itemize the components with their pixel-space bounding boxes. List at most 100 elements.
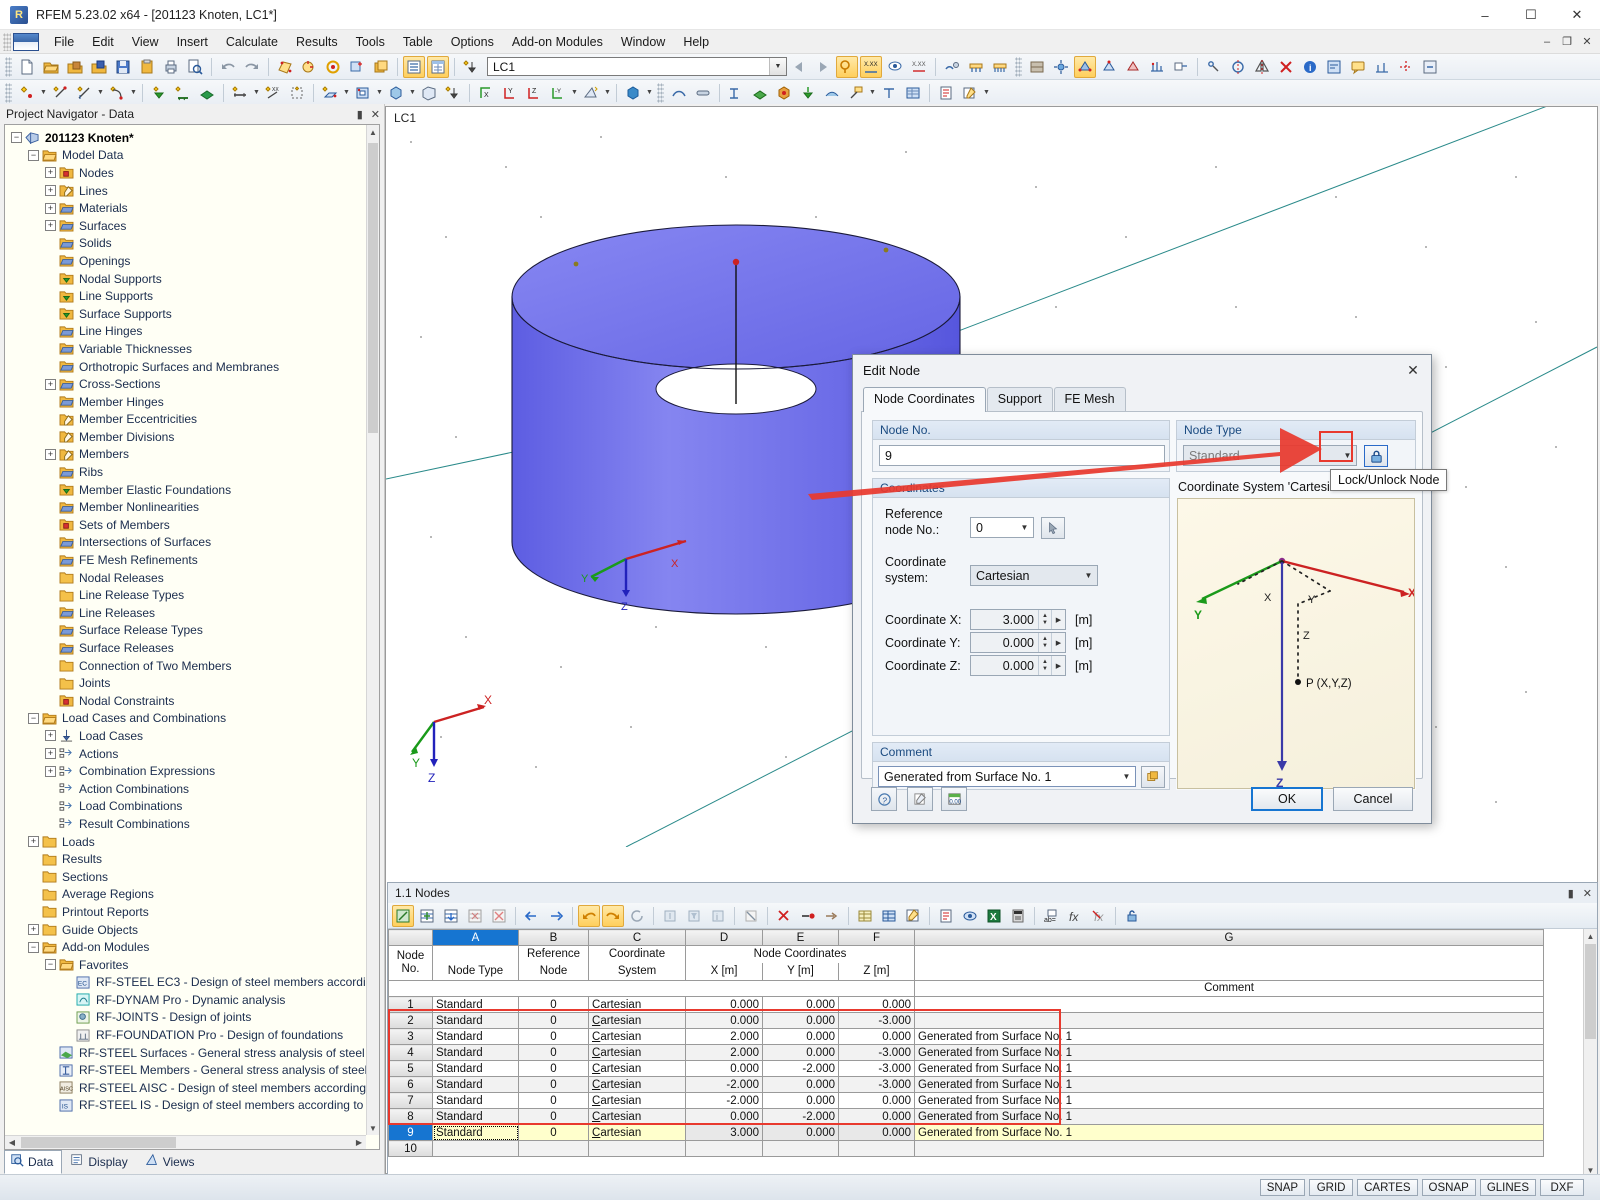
numbering-icon[interactable] <box>1170 56 1192 78</box>
tree-item[interactable]: Member Divisions <box>9 428 366 446</box>
scroll-left-icon[interactable]: ◀ <box>5 1136 19 1150</box>
tree-item[interactable]: Openings <box>9 252 366 270</box>
cell-reference-node[interactable]: 0 <box>518 1124 589 1141</box>
cell-comment[interactable] <box>914 1140 1544 1157</box>
row-header-cell[interactable]: 2 <box>388 1012 433 1029</box>
tree-item[interactable]: Surface Release Types <box>9 622 366 640</box>
cell-coordinate-system[interactable]: Cartesian <box>588 996 686 1013</box>
dialog-close-button[interactable]: ✕ <box>1399 358 1427 382</box>
shading-icon[interactable] <box>1026 56 1048 78</box>
tree-item[interactable]: Printout Reports <box>9 903 366 921</box>
maximize-button[interactable]: ☐ <box>1508 0 1554 30</box>
tree-item[interactable]: Member Eccentricities <box>9 411 366 429</box>
cell-coord-y[interactable]: -2.000 <box>762 1108 839 1125</box>
row-header-cell[interactable]: 10 <box>388 1140 433 1157</box>
table-notes-icon[interactable] <box>902 905 924 927</box>
navigator-horizontal-scrollbar[interactable]: ◀ ▶ <box>5 1135 366 1149</box>
cell-comment[interactable]: Generated from Surface No. 1 <box>914 1060 1544 1077</box>
show-loads-icon[interactable] <box>836 55 858 78</box>
toolbar-grip-2[interactable] <box>1015 56 1022 77</box>
cell-coord-y[interactable]: 0.000 <box>762 1092 839 1109</box>
tree-item[interactable]: Orthotropic Surfaces and Membranes <box>9 358 366 376</box>
cell-coord-z[interactable] <box>838 1140 915 1157</box>
printout-report-icon[interactable] <box>935 82 957 104</box>
tree-item[interactable]: Connection of Two Members <box>9 657 366 675</box>
scroll-thumb-h[interactable] <box>21 1137 176 1148</box>
tree-item[interactable]: Solids <box>9 235 366 253</box>
tree-item[interactable]: Member Nonlinearities <box>9 498 366 516</box>
cell-coord-y[interactable]: 0.000 <box>762 996 839 1013</box>
table-row[interactable]: 2 Standard 0 Cartesian 0.000 0.000 -3.000 <box>388 1012 1544 1029</box>
toggle-snap[interactable]: SNAP <box>1259 1179 1306 1196</box>
tree-item[interactable]: Nodal Constraints <box>9 692 366 710</box>
table-grid-yellow-icon[interactable] <box>854 905 876 927</box>
undo-icon[interactable] <box>217 56 239 78</box>
view-iso-icon[interactable] <box>580 82 602 104</box>
function-icon[interactable]: fx <box>1064 905 1086 927</box>
result-surface-icon[interactable] <box>821 82 843 104</box>
table-row[interactable]: 5 Standard 0 Cartesian 0.000 -2.000 -3.000 Gene… <box>388 1060 1544 1077</box>
open-model-icon[interactable] <box>88 56 110 78</box>
tree-item[interactable]: AISC RF-STEEL AISC - Design of steel memb… <box>9 1079 366 1097</box>
cell-coord-y[interactable]: 0.000 <box>762 1124 839 1141</box>
chevron-down-icon[interactable]: ▼ <box>769 58 786 75</box>
tree-item[interactable]: Member Hinges <box>9 393 366 411</box>
navigator-tree[interactable]: −201123 Knoten* − Model Data + Nodes + Lines + M… <box>5 125 366 1135</box>
load-case-combo[interactable]: LC1 ▼ <box>487 57 787 76</box>
row-header-cell[interactable]: 3 <box>388 1028 433 1045</box>
navigator-vertical-scrollbar[interactable]: ▲ ▼ <box>366 125 379 1135</box>
tree-item[interactable]: Nodal Supports <box>9 270 366 288</box>
tree-item[interactable]: Nodal Releases <box>9 569 366 587</box>
new-node-icon[interactable] <box>16 82 38 104</box>
tree-item[interactable]: Joints <box>9 674 366 692</box>
menu-tools[interactable]: Tools <box>347 32 394 52</box>
tree-item[interactable]: IS RF-STEEL IS - Design of steel members … <box>9 1097 366 1115</box>
column-header-f[interactable]: F <box>838 929 915 946</box>
expand-icon[interactable]: + <box>28 924 39 936</box>
chevron-down-icon[interactable]: ▼ <box>252 82 261 104</box>
cell-coord-y[interactable] <box>762 1140 839 1157</box>
member-division-icon[interactable] <box>286 82 308 104</box>
print-icon[interactable] <box>160 56 182 78</box>
spinner-updown-icon[interactable]: ▲ ▼ <box>1038 610 1051 629</box>
tree-item[interactable]: EC RF-STEEL EC3 - Design of steel members… <box>9 974 366 992</box>
view-x-icon[interactable]: X <box>475 82 497 104</box>
section-cut-icon[interactable] <box>878 82 900 104</box>
cell-node-type[interactable]: Standard <box>432 996 519 1013</box>
new-surface-icon[interactable] <box>319 82 341 104</box>
tree-item[interactable]: + Loads <box>9 833 366 851</box>
cell-comment[interactable]: Generated from Surface No. 1 <box>914 1108 1544 1125</box>
dimensions-icon[interactable] <box>1203 56 1225 78</box>
collapse-icon[interactable]: − <box>45 959 56 971</box>
node-type-combo[interactable]: Standard ▼ <box>1183 445 1357 466</box>
coordinate-x-input[interactable]: 3.000 ▲ ▼ ▶ <box>970 609 1066 630</box>
cell-coord-z[interactable]: 0.000 <box>838 1092 915 1109</box>
edit-node-dialog[interactable]: Edit Node ✕ Node Coordinates Support FE … <box>852 354 1432 824</box>
table-filter-icon[interactable] <box>683 905 705 927</box>
tab-fe-mesh[interactable]: FE Mesh <box>1053 387 1126 411</box>
scroll-thumb[interactable] <box>1585 944 1596 1039</box>
expand-icon[interactable]: + <box>45 448 56 460</box>
table-sort-icon[interactable] <box>659 905 681 927</box>
scroll-up-icon[interactable]: ▲ <box>367 125 379 139</box>
add-row-icon[interactable] <box>440 905 462 927</box>
delete-icon[interactable] <box>1275 56 1297 78</box>
toolbar-grip-1[interactable] <box>5 56 12 77</box>
cell-coordinate-system[interactable] <box>588 1140 686 1157</box>
refresh-icon[interactable] <box>626 905 648 927</box>
row-header-cell[interactable]: 8 <box>388 1108 433 1125</box>
chevron-down-icon[interactable]: ▼ <box>868 82 877 104</box>
cell-coord-y[interactable]: 0.000 <box>762 1076 839 1093</box>
cell-coordinate-system[interactable]: Cartesian <box>588 1012 686 1029</box>
cell-comment[interactable] <box>914 1012 1544 1029</box>
menu-grip-handle[interactable] <box>3 32 11 51</box>
solid-block-icon[interactable] <box>418 82 440 104</box>
cell-coord-z[interactable]: -3.000 <box>838 1044 915 1061</box>
chevron-down-icon[interactable]: ▼ <box>603 82 612 104</box>
table-row[interactable]: 8 Standard 0 Cartesian 0.000 -2.000 0.000 Gener… <box>388 1108 1544 1125</box>
row-header-cell[interactable]: 1 <box>388 996 433 1013</box>
cell-reference-node[interactable]: 0 <box>518 1076 589 1093</box>
table-lock-icon[interactable] <box>1121 905 1143 927</box>
chevron-down-icon[interactable]: ▼ <box>982 82 991 104</box>
select-all-icon[interactable] <box>322 56 344 78</box>
